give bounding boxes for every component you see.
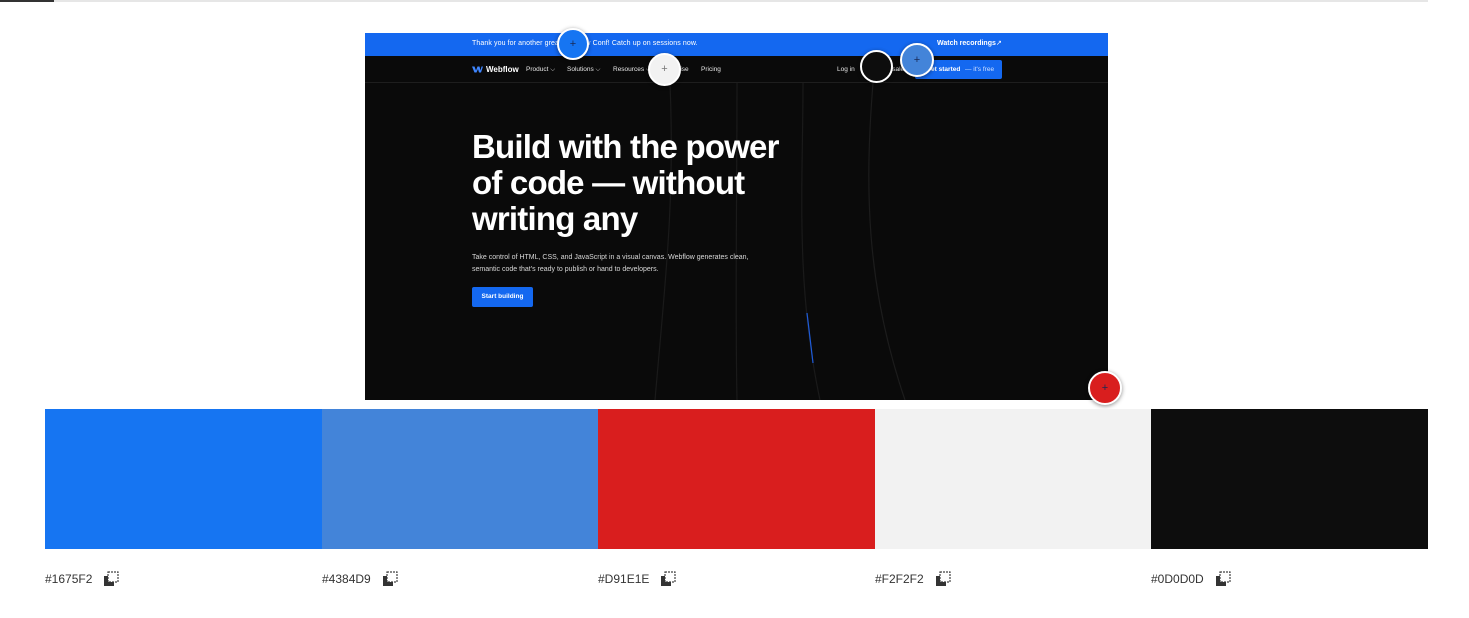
get-started-sub: — it's free [965, 66, 995, 73]
watch-recordings-link[interactable]: Watch recordings [937, 40, 996, 47]
color-picker-marker-blue[interactable]: + [557, 28, 589, 60]
hero-subtitle: Take control of HTML, CSS, and JavaScrip… [472, 254, 749, 273]
hex-value: #4384D9 [322, 572, 371, 586]
hex-row-1: #1675F2 [45, 571, 119, 587]
plus-icon: + [1101, 381, 1109, 394]
palette-swatch-1[interactable] [45, 409, 322, 549]
plus-icon: + [661, 63, 668, 75]
palette-swatch-5[interactable] [1151, 409, 1428, 549]
announcement-banner: Thank you for another great Webflow Conf… [365, 33, 1108, 56]
webflow-logo-icon [472, 66, 483, 73]
palette-swatch-2[interactable] [322, 409, 598, 549]
site-navbar: Webflow Product ⌵ Solutions ⌵ Resources … [365, 56, 1108, 83]
website-screenshot: Thank you for another great Webflow Conf… [365, 33, 1108, 400]
nav-solutions[interactable]: Solutions ⌵ [567, 66, 600, 74]
hex-value: #D91E1E [598, 572, 650, 586]
copy-icon[interactable] [103, 571, 119, 587]
color-picker-marker-red[interactable]: + [1088, 371, 1122, 405]
hex-row-2: #4384D9 [322, 571, 398, 587]
top-divider [0, 0, 1428, 2]
palette-swatch-4[interactable] [875, 409, 1151, 549]
nav-resources[interactable]: Resources ⌵ [613, 66, 651, 74]
webflow-logo[interactable]: Webflow [472, 65, 519, 74]
plus-icon: + [569, 37, 577, 50]
hex-value: #1675F2 [45, 572, 93, 586]
hex-value: #0D0D0D [1151, 572, 1204, 586]
nav-pricing[interactable]: Pricing [701, 66, 721, 73]
copy-icon[interactable] [935, 571, 951, 587]
nav-product[interactable]: Product ⌵ [526, 66, 555, 74]
external-arrow-icon: ↗ [996, 40, 1002, 47]
nav-login[interactable]: Log in [837, 66, 855, 73]
hex-value: #F2F2F2 [875, 572, 924, 586]
palette-swatch-3[interactable] [598, 409, 875, 549]
hero-title: Build with the power of code — without w… [472, 128, 779, 237]
hex-row-4: #F2F2F2 [875, 571, 951, 587]
logo-text: Webflow [486, 65, 519, 74]
color-picker-marker-dark[interactable] [860, 50, 893, 83]
hex-row-3: #D91E1E [598, 571, 676, 587]
start-building-button[interactable]: Start building [472, 287, 533, 307]
copy-icon[interactable] [660, 571, 676, 587]
progress-indicator [0, 0, 54, 2]
copy-icon[interactable] [382, 571, 398, 587]
color-picker-marker-mid-blue[interactable]: + [900, 43, 934, 77]
color-picker-marker-light[interactable]: + [648, 53, 681, 86]
hex-row-5: #0D0D0D [1151, 571, 1231, 587]
copy-icon[interactable] [1215, 571, 1231, 587]
plus-icon: + [913, 53, 921, 66]
